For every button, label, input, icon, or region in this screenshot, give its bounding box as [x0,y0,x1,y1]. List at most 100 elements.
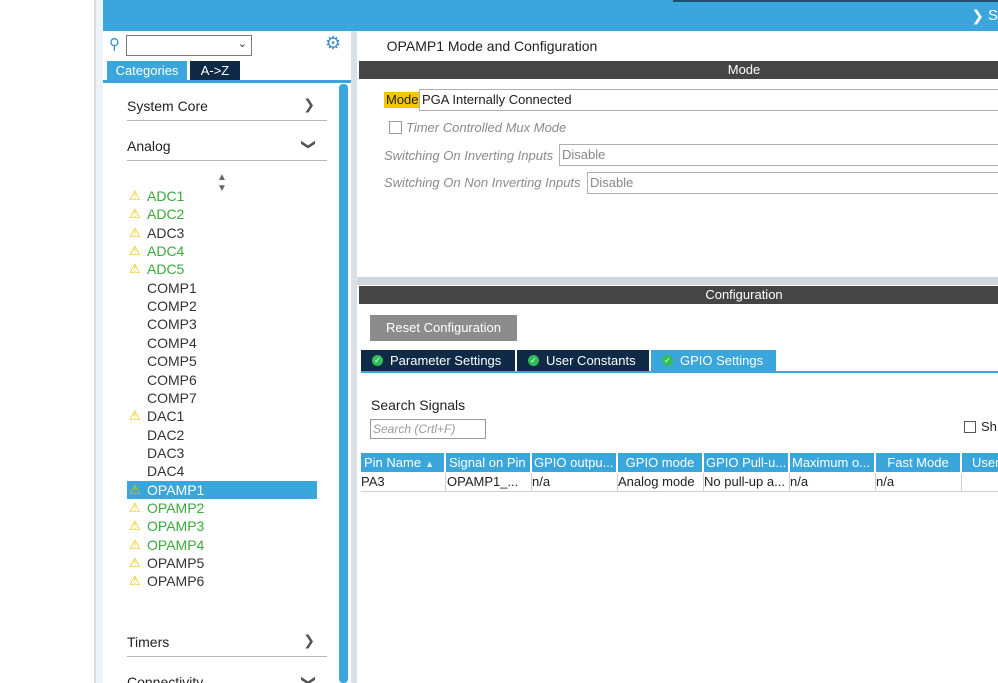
show-checkbox[interactable] [964,421,976,433]
sidebar-item-label: OPAMP5 [147,555,205,571]
chevron-down-icon[interactable]: ⌄ [238,37,247,50]
sidebar-item-label: ADC2 [147,206,185,223]
sidebar-item-opamp3[interactable]: ⚠ OPAMP3 [127,517,317,535]
sidebar-item-adc5[interactable]: ⚠ ADC5 [127,260,317,278]
tab-parameter-settings[interactable]: ✓ Parameter Settings [361,350,515,371]
mode-select[interactable]: PGA Internally Connected [419,89,998,111]
column-header[interactable]: Signal on Pin [446,453,531,472]
top-header-bar [103,0,998,31]
sidebar-item-adc1[interactable]: ⚠ ADC1 [127,187,317,205]
check-circle-icon: ✓ [528,355,539,366]
sidebar-item-dac1[interactable]: ⚠ DAC1 [127,407,317,425]
sidebar-scrollbar[interactable] [339,84,348,683]
sort-icon: ▲ [425,459,434,469]
sidebar-item-label: DAC4 [147,463,185,480]
sidebar-item-comp7[interactable]: COMP7 [127,389,317,407]
tab-user-constants[interactable]: ✓ User Constants [517,350,649,371]
category-label: System Core [127,98,208,114]
table-cell[interactable]: No pull-up a... [704,473,790,492]
table-cell[interactable]: n/a [532,473,618,492]
table-cell[interactable]: n/a [790,473,876,492]
column-header[interactable]: GPIO outpu... [532,453,617,472]
gear-icon[interactable]: ⚙ [325,33,341,54]
category-system-core[interactable]: System Core ❯ [127,96,327,121]
sidebar-item-opamp4[interactable]: ⚠ OPAMP4 [127,536,317,554]
sidebar-item-comp6[interactable]: COMP6 [127,371,317,389]
column-header[interactable]: GPIO Pull-u... [704,453,789,472]
sidebar-item-label: COMP6 [147,371,197,388]
sidebar-item-label: COMP7 [147,389,197,406]
table-cell[interactable]: PA3 [361,473,446,492]
tab-label: GPIO Settings [680,353,764,368]
column-header[interactable]: User [962,453,998,472]
sidebar-item-label: DAC1 [147,408,185,425]
sidebar-item-dac4[interactable]: DAC4 [127,462,317,480]
tab-gpio-settings[interactable]: ✓ GPIO Settings [651,350,776,371]
panel-splitter[interactable] [357,277,998,285]
outer-blank-area [0,0,96,683]
tab-label: User Constants [546,353,636,368]
sidebar-item-comp3[interactable]: COMP3 [127,315,317,333]
tabs-underline [361,371,998,373]
warning-icon: ⚠ [129,481,141,497]
search-signals-input[interactable]: Search (Crtl+F) [370,419,486,439]
sidebar-item-comp1[interactable]: COMP1 [127,279,317,297]
table-cell[interactable]: OPAMP1_... [446,473,532,492]
column-header[interactable]: GPIO mode [618,453,703,472]
sidebar-item-label: COMP5 [147,353,197,370]
warning-icon: ⚠ [129,518,141,534]
mode-label: Mode [384,92,421,108]
sidebar-item-label: ADC1 [147,188,185,204]
column-header[interactable]: Maximum o... [790,453,875,472]
header-title-fragment: S [987,7,998,24]
category-analog[interactable]: Analog ❯ [127,136,327,161]
sidebar-item-opamp6[interactable]: ⚠ OPAMP6 [127,572,317,590]
search-combo[interactable]: ⌄ [126,35,252,56]
category-label: Connectivity [127,674,204,683]
sidebar-item-label: DAC3 [147,444,185,461]
sidebar-item-opamp1[interactable]: ⚠ OPAMP1 [127,480,317,499]
category-timers[interactable]: Timers ❯ [127,632,327,657]
timer-mux-checkbox[interactable] [389,121,402,134]
sidebar-item-dac2[interactable]: DAC2 [127,426,317,444]
sidebar-item-label: COMP3 [147,316,197,333]
inverting-inputs-select[interactable]: Disable [559,144,998,166]
category-connectivity[interactable]: Connectivity ❯ [127,672,327,683]
sidebar-item-opamp2[interactable]: ⚠ OPAMP2 [127,499,317,517]
tab-label: Parameter Settings [390,353,502,368]
sidebar-item-label: OPAMP2 [147,499,205,516]
sidebar-item-comp4[interactable]: COMP4 [127,334,317,352]
tab-categories[interactable]: Categories [107,61,187,80]
mode-section-bar: Mode [359,61,998,79]
non-inverting-inputs-label: Switching On Non Inverting Inputs [384,175,581,190]
sidebar-item-adc2[interactable]: ⚠ ADC2 [127,205,317,223]
sidebar-item-opamp5[interactable]: ⚠ OPAMP5 [127,554,317,572]
chevron-down-icon[interactable]: ❯ [971,7,984,25]
timer-mux-label: Timer Controlled Mux Mode [406,120,567,135]
sidebar-item-adc3[interactable]: ⚠ ADC3 [127,224,317,242]
table-cell[interactable]: Analog mode [618,473,704,492]
sidebar-item-adc4[interactable]: ⚠ ADC4 [127,242,317,260]
sidebar-item-label: OPAMP6 [147,573,205,590]
sidebar-splitter[interactable] [351,31,357,683]
warning-icon: ⚠ [129,408,141,424]
warning-icon: ⚠ [129,555,141,570]
reset-configuration-button[interactable]: Reset Configuration [370,315,517,341]
sidebar-item-comp2[interactable]: COMP2 [127,297,317,315]
column-header[interactable]: Fast Mode [876,453,961,472]
warning-icon: ⚠ [129,206,141,222]
column-header[interactable]: Pin Name ▲ [361,453,445,472]
sidebar-item-comp5[interactable]: COMP5 [127,352,317,370]
warning-icon: ⚠ [129,499,141,515]
table-cell[interactable]: n/a [876,473,962,492]
warning-icon: ⚠ [129,536,141,552]
sidebar-item-label: COMP2 [147,298,197,315]
search-signals-label: Search Signals [371,397,466,413]
warning-icon: ⚠ [129,188,141,203]
sidebar-item-label: OPAMP1 [147,481,205,498]
tab-a-to-z[interactable]: A->Z [190,61,240,80]
chevron-down-icon: ❯ [301,138,318,151]
non-inverting-inputs-select[interactable]: Disable [587,172,998,194]
table-cell[interactable] [962,473,998,492]
sidebar-item-dac3[interactable]: DAC3 [127,444,317,462]
